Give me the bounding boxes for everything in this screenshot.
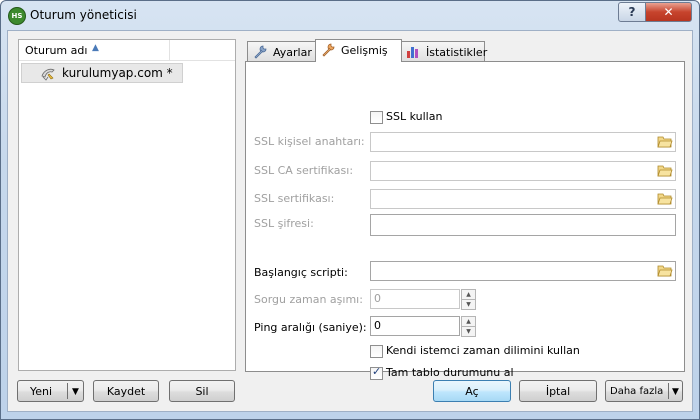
query-timeout-stepper[interactable]: 0 ▲ ▼ (370, 289, 476, 310)
delete-button[interactable]: Sil (169, 380, 235, 402)
folder-open-icon[interactable] (657, 192, 673, 206)
ping-interval-label: Ping aralığı (saniye): (254, 321, 367, 334)
ssl-password-field[interactable] (370, 214, 676, 236)
ping-interval-stepper[interactable]: 0 ▲ ▼ (370, 316, 476, 337)
new-button-label: Yeni (30, 385, 53, 398)
session-item-label: kurulumyap.com * (62, 66, 173, 80)
open-button[interactable]: Aç (433, 380, 511, 402)
tab-label: Ayarlar (273, 46, 312, 59)
heidisql-app-icon: HS (8, 7, 26, 25)
tab-statistics[interactable]: İstatistikler (400, 41, 488, 62)
tab-label: İstatistikler (426, 46, 488, 59)
dropdown-arrow-icon[interactable]: ▼ (672, 381, 679, 403)
wrench-orange-icon (322, 43, 335, 57)
checkbox-box[interactable] (370, 111, 383, 124)
ssl-cert-label: SSL sertifikası: (254, 192, 335, 205)
split-divider (67, 383, 68, 399)
folder-open-icon[interactable] (657, 135, 673, 149)
startup-script-label: Başlangıç scripti: (254, 266, 348, 279)
window-title: Oturum yöneticisi (30, 8, 137, 22)
more-button-label: Daha fazla (610, 386, 664, 397)
ssl-cert-field[interactable] (370, 189, 676, 209)
ssl-use-label: SSL kullan (386, 110, 443, 123)
more-button[interactable]: Daha fazla ▼ (605, 380, 683, 402)
checkbox-box[interactable]: ✓ (370, 365, 383, 380)
ssl-ca-cert-field[interactable] (370, 161, 676, 181)
tab-advanced[interactable]: Gelişmiş (315, 39, 402, 62)
dropdown-arrow-icon[interactable]: ▼ (72, 381, 79, 403)
session-list-header: Oturum adı ▲ (19, 40, 235, 61)
spin-down-icon[interactable]: ▼ (461, 299, 476, 310)
sort-up-icon: ▲ (92, 43, 99, 53)
dialog-body: Oturum adı ▲ kurulumyap.com * Ayarlar Ge… (7, 30, 693, 412)
advanced-tab-panel: SSL kullan SSL kişisel anahtarı: SSL CA … (245, 61, 685, 380)
tab-settings[interactable]: Ayarlar (247, 41, 316, 62)
full-table-status-label: Tam tablo durumunu al (386, 366, 514, 379)
column-header-label: Oturum adı (25, 44, 88, 57)
split-divider (668, 383, 669, 399)
bar-chart-icon (407, 47, 418, 58)
save-button[interactable]: Kaydet (93, 380, 159, 402)
tab-label: Gelişmiş (341, 44, 388, 57)
checkbox-box[interactable] (370, 345, 383, 358)
folder-open-icon[interactable] (657, 264, 673, 278)
spin-down-icon[interactable]: ▼ (461, 326, 476, 337)
query-timeout-label: Sorgu zaman aşımı: (254, 293, 363, 306)
new-button[interactable]: Yeni ▼ (17, 380, 84, 402)
ping-interval-input[interactable]: 0 (370, 316, 460, 336)
query-timeout-input[interactable]: 0 (370, 289, 460, 309)
dolphin-icon (41, 68, 55, 81)
ssl-private-key-field[interactable] (370, 132, 676, 152)
session-item-kurulumyap[interactable]: kurulumyap.com * (21, 63, 183, 83)
session-list[interactable]: Oturum adı ▲ kurulumyap.com * (18, 39, 236, 371)
folder-open-icon[interactable] (657, 164, 673, 178)
local-timezone-label: Kendi istemci zaman dilimini kullan (386, 344, 580, 357)
checkmark-icon: ✓ (372, 365, 382, 378)
ssl-ca-cert-label: SSL CA sertifikası: (254, 164, 354, 177)
startup-script-field[interactable] (370, 261, 676, 281)
title-bar[interactable]: HS Oturum yöneticisi ? ✕ (1, 1, 699, 31)
wrench-icon (254, 45, 267, 59)
ssl-password-label: SSL şifresi: (254, 217, 314, 230)
close-button[interactable]: ✕ (645, 2, 692, 22)
ssl-private-key-label: SSL kişisel anahtarı: (254, 135, 365, 148)
help-button[interactable]: ? (618, 2, 646, 22)
cancel-button[interactable]: İptal (519, 380, 597, 402)
column-session-name[interactable]: Oturum adı ▲ (19, 40, 170, 60)
